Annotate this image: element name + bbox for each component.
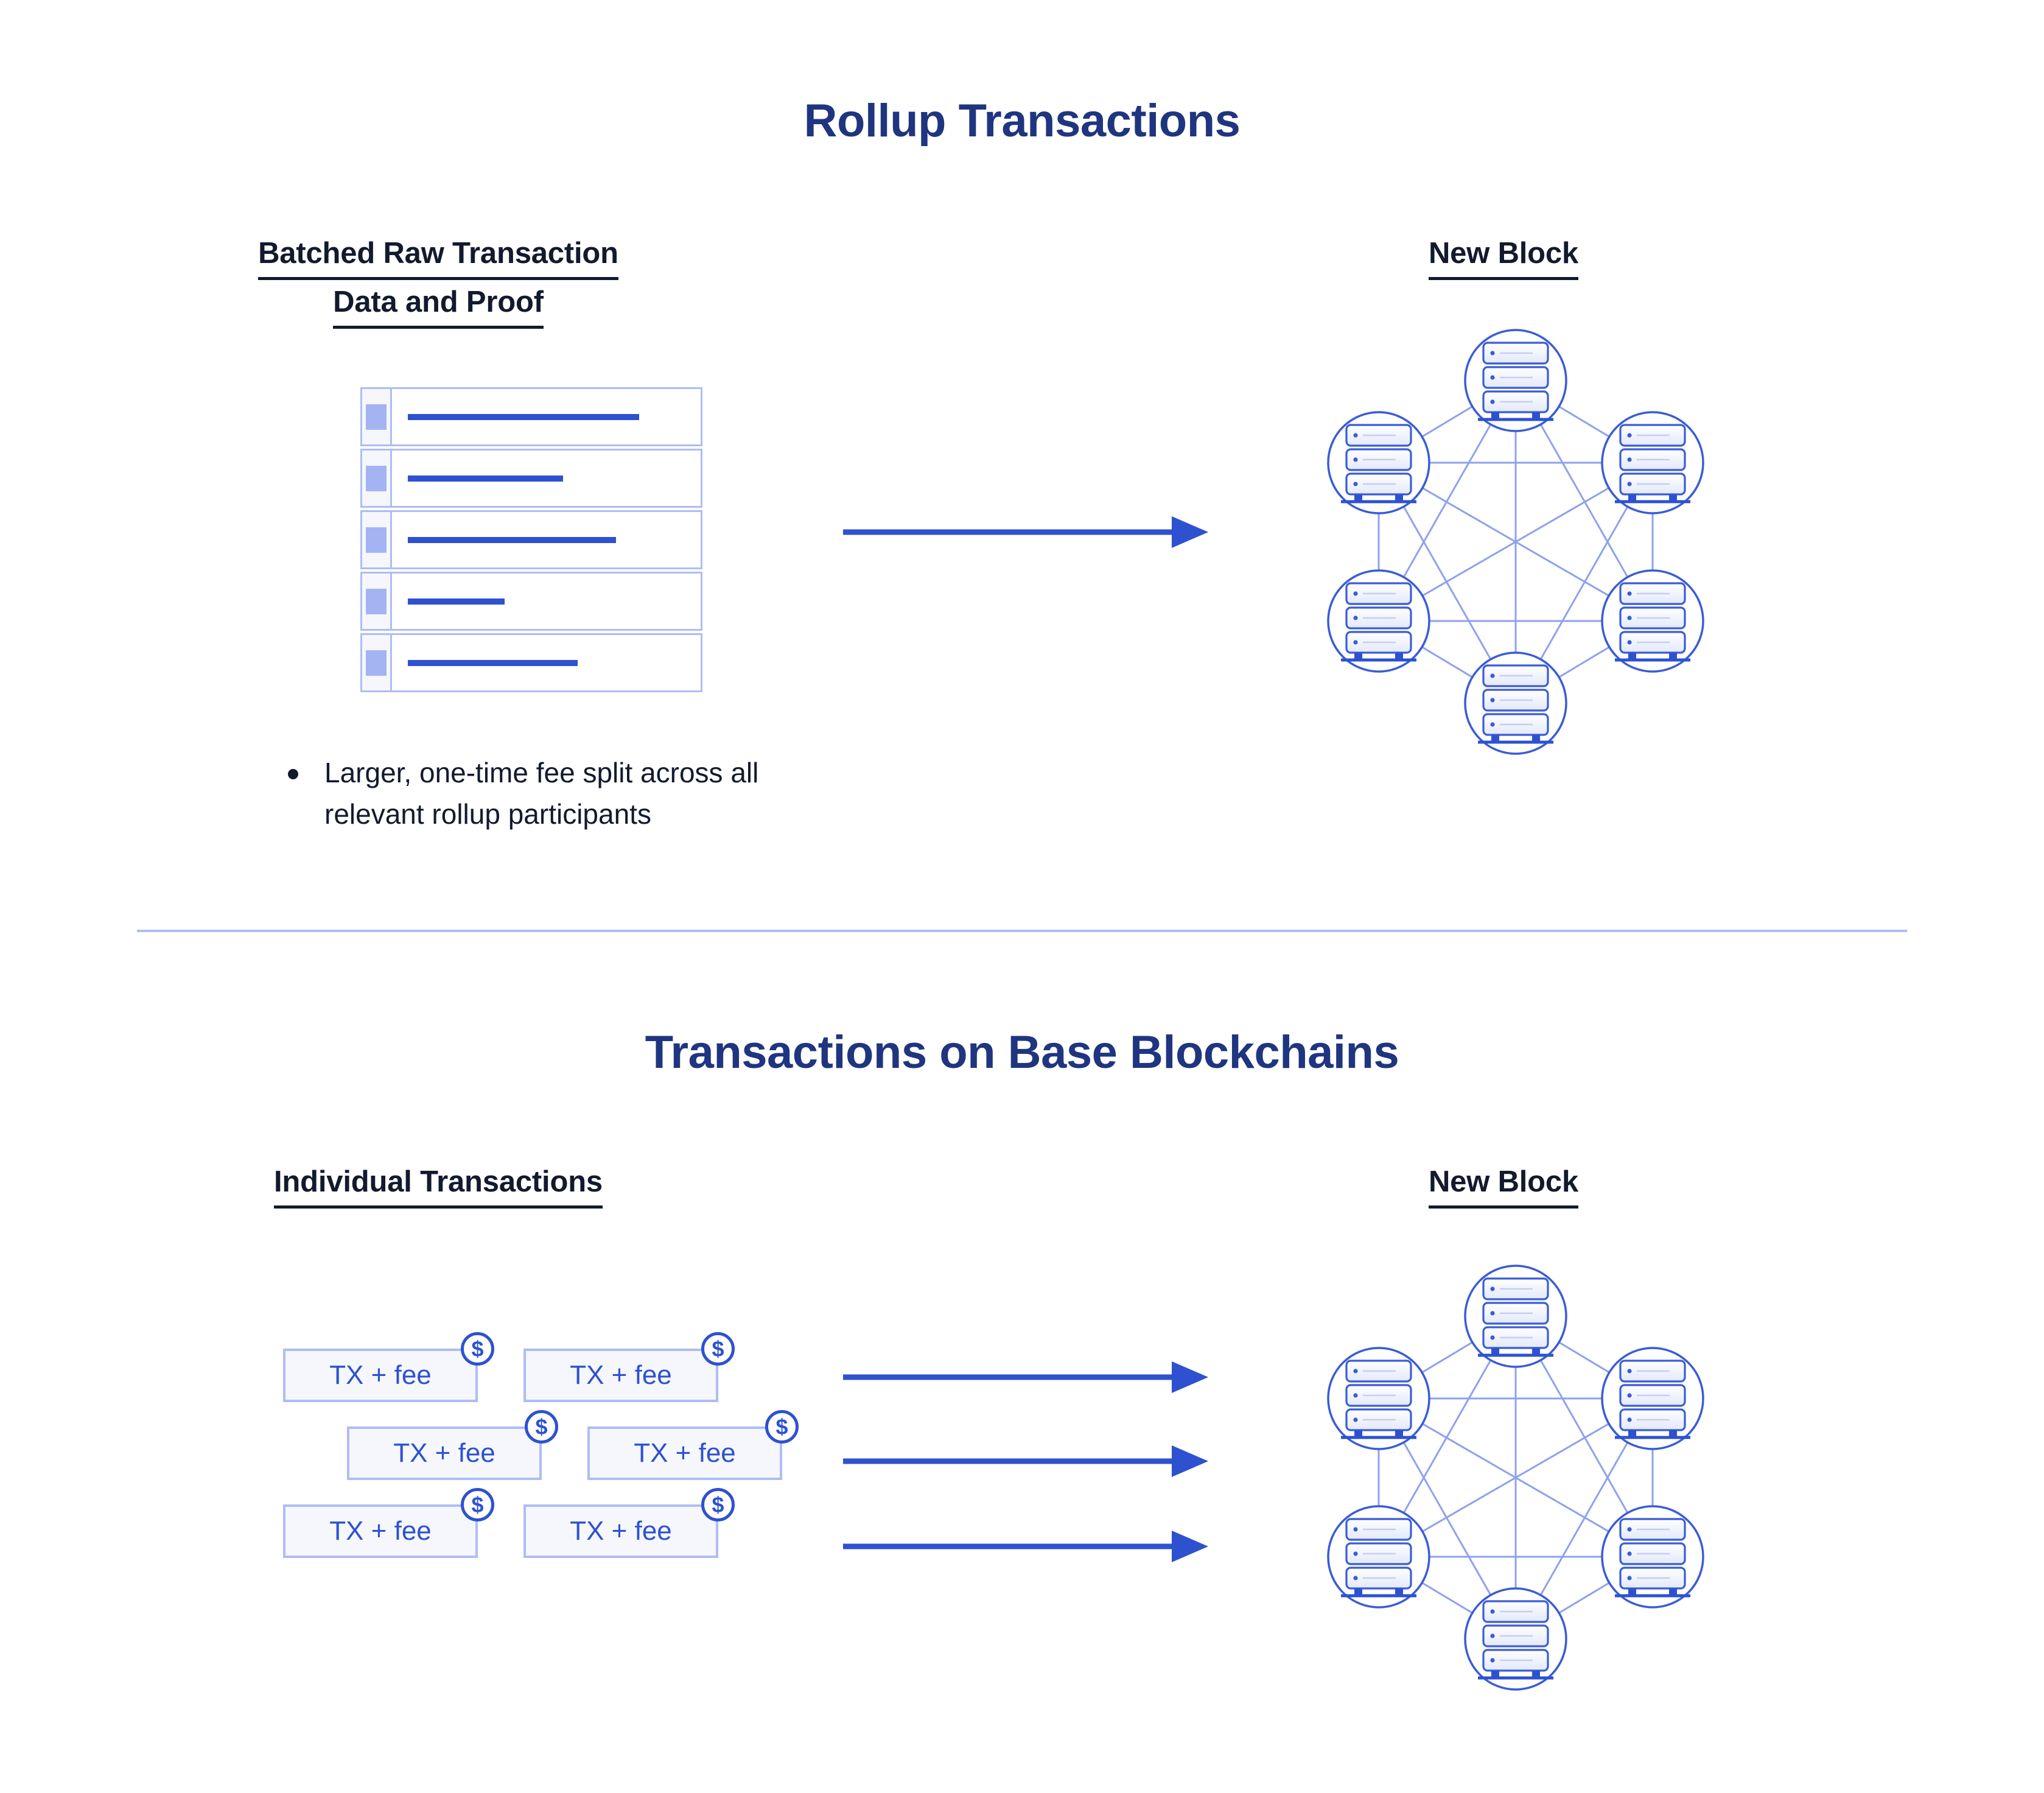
network-node <box>1327 411 1430 514</box>
table-row <box>360 633 702 692</box>
header-batched-line1: Batched Raw Transaction <box>258 231 618 280</box>
network-node <box>1464 1587 1567 1691</box>
tx-fee-box: TX + fee <box>587 1426 782 1480</box>
row-icon-cell <box>360 510 392 569</box>
row-icon-cell <box>360 449 392 508</box>
network-node <box>1464 651 1567 755</box>
data-bar <box>408 413 639 420</box>
batched-transaction-list <box>360 387 702 695</box>
header-new-block-label: New Block <box>1429 1160 1578 1209</box>
tx-fee-item: TX + fee $ <box>347 1410 558 1480</box>
network-node <box>1601 411 1704 514</box>
section-divider <box>137 930 1907 932</box>
header-new-block-rollup: New Block <box>1297 231 1710 280</box>
data-bar <box>408 536 616 543</box>
row-content-cell <box>392 449 702 508</box>
tx-fee-label: TX + fee <box>634 1438 736 1468</box>
dollar-coin-icon: $ <box>701 1488 735 1521</box>
network-diagram-rollup <box>1327 329 1704 755</box>
tx-fee-label: TX + fee <box>393 1438 495 1468</box>
dollar-coin-icon: $ <box>765 1410 799 1444</box>
page-title-base: Transactions on Base Blockchains <box>645 1026 1399 1078</box>
tx-fee-box: TX + fee <box>523 1504 718 1558</box>
fee-row: TX + fee $ TX + fee $ <box>283 1488 807 1582</box>
tx-fee-item: TX + fee $ <box>523 1332 735 1402</box>
square-icon <box>366 404 387 430</box>
square-icon <box>366 465 387 491</box>
table-row <box>360 510 702 569</box>
tx-fee-item: TX + fee $ <box>283 1488 494 1558</box>
row-icon-cell <box>360 572 392 631</box>
tx-fee-item: TX + fee $ <box>283 1332 494 1402</box>
data-bar <box>408 598 505 605</box>
square-icon <box>366 588 387 614</box>
dollar-coin-icon: $ <box>525 1410 558 1444</box>
row-icon-cell <box>360 633 392 692</box>
arrow-right-icon <box>843 1445 1208 1477</box>
header-new-block-label: New Block <box>1429 231 1578 280</box>
header-batched-raw-transaction: Batched Raw Transaction Data and Proof <box>231 231 645 329</box>
arrow-right-icon <box>843 1361 1208 1393</box>
tx-fee-box: TX + fee <box>283 1504 478 1558</box>
bullet-list: Larger, one-time fee split across all re… <box>277 752 788 835</box>
row-content-cell <box>392 510 702 569</box>
dollar-coin-icon: $ <box>461 1332 494 1366</box>
tx-fee-box: TX + fee <box>523 1349 718 1402</box>
dollar-coin-icon: $ <box>701 1332 735 1366</box>
header-new-block-base: New Block <box>1297 1160 1710 1209</box>
network-node <box>1327 569 1430 673</box>
table-row <box>360 449 702 508</box>
row-content-cell <box>392 387 702 446</box>
network-node <box>1601 569 1704 673</box>
dollar-coin-icon: $ <box>461 1488 494 1521</box>
table-row <box>360 387 702 446</box>
network-node <box>1464 1265 1567 1368</box>
header-batched-line2: Data and Proof <box>333 280 544 329</box>
header-individual-label: Individual Transactions <box>274 1160 603 1209</box>
row-content-cell <box>392 633 702 692</box>
arrow-right-icon <box>843 1531 1208 1562</box>
network-node <box>1327 1505 1430 1609</box>
square-icon <box>366 650 387 676</box>
table-row <box>360 572 702 631</box>
tx-fee-label: TX + fee <box>570 1360 672 1390</box>
arrow-right-icon <box>843 516 1208 548</box>
data-bar <box>408 659 578 666</box>
tx-fee-item: TX + fee $ <box>587 1410 799 1480</box>
list-item: Larger, one-time fee split across all re… <box>277 752 788 835</box>
individual-transactions-group: TX + fee $ TX + fee $ TX + fee $ TX + fe… <box>283 1332 807 1582</box>
tx-fee-box: TX + fee <box>283 1349 478 1402</box>
square-icon <box>366 527 387 553</box>
network-diagram-base <box>1327 1265 1704 1691</box>
page-title-rollup: Rollup Transactions <box>803 95 1241 147</box>
tx-fee-label: TX + fee <box>329 1516 432 1546</box>
row-icon-cell <box>360 387 392 446</box>
data-bar <box>408 475 563 482</box>
tx-fee-item: TX + fee $ <box>523 1488 735 1558</box>
infographic-page: Rollup Transactions Batched Raw Transact… <box>0 0 2044 1793</box>
network-node <box>1601 1347 1704 1450</box>
header-individual-transactions: Individual Transactions <box>231 1160 645 1209</box>
network-node <box>1464 329 1567 432</box>
tx-fee-label: TX + fee <box>570 1516 672 1546</box>
network-node <box>1327 1347 1430 1450</box>
row-content-cell <box>392 572 702 631</box>
tx-fee-box: TX + fee <box>347 1426 542 1480</box>
network-node <box>1601 1505 1704 1609</box>
tx-fee-label: TX + fee <box>329 1360 432 1390</box>
